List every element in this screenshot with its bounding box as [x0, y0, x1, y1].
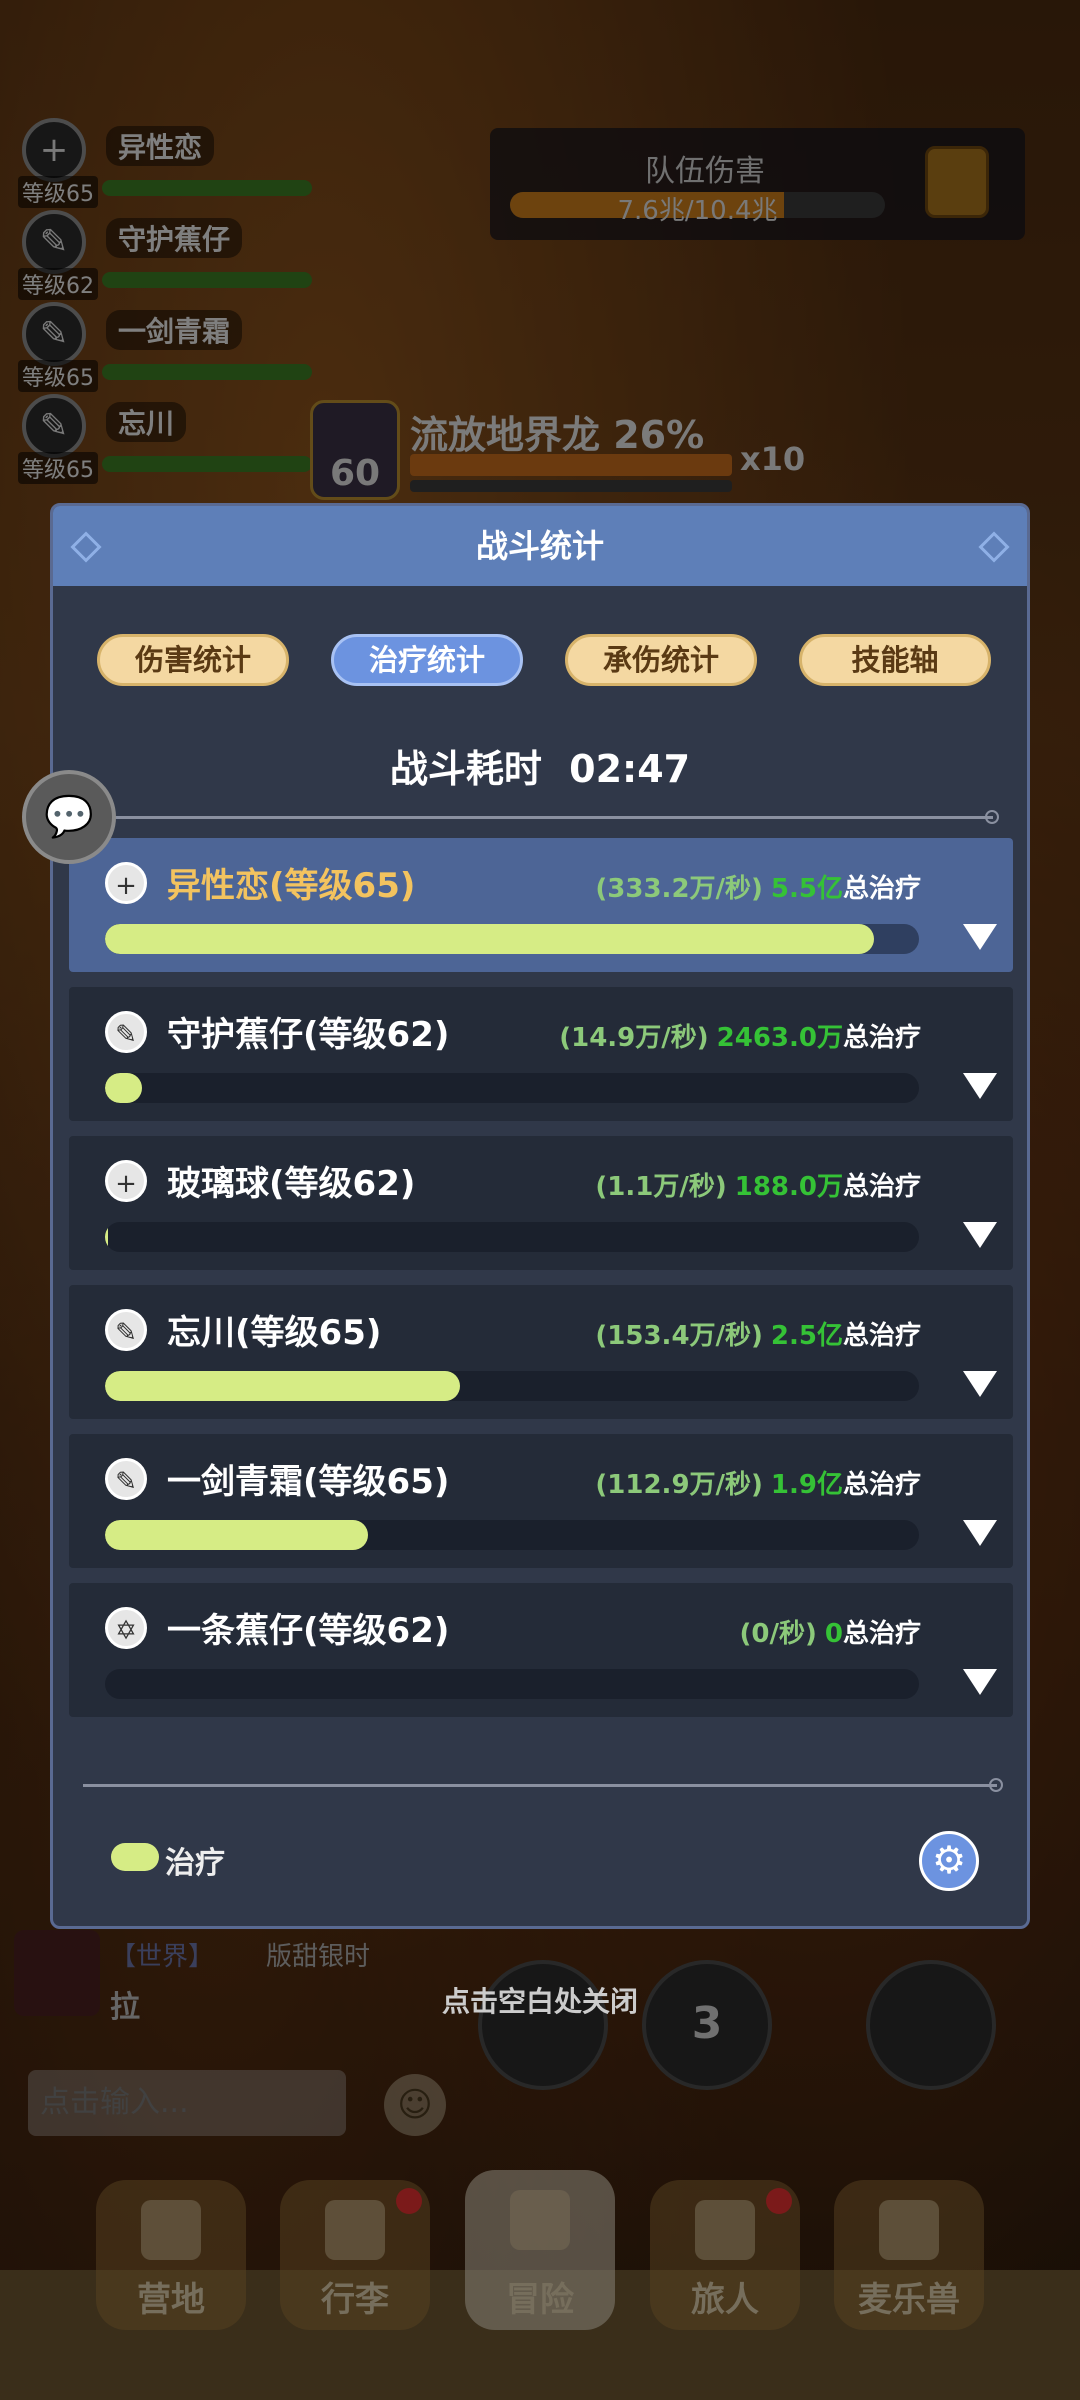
healing-suffix: 总治疗: [842, 874, 921, 904]
healing-suffix: 总治疗: [842, 1470, 921, 1500]
healing-total: 188.0万: [734, 1172, 843, 1202]
healing-rate: (0/秒): [739, 1619, 817, 1649]
player-name: 一条蕉仔(等级62): [167, 1611, 450, 1651]
class-emblem-icon: +: [105, 1160, 147, 1202]
divider: [83, 1778, 1003, 1792]
class-emblem-icon: ✎: [105, 1309, 147, 1351]
healing-bar-fill: [105, 1073, 142, 1103]
dialog-title: 战斗统计: [475, 527, 604, 565]
battle-duration: 战斗耗时 02:47: [53, 738, 1027, 793]
healing-row[interactable]: ✎ 守护蕉仔(等级62) (14.9万/秒) 2463.0万总治疗: [69, 987, 1013, 1121]
expand-arrow-icon[interactable]: [963, 1222, 997, 1248]
duration-label: 战斗耗时: [389, 747, 542, 791]
player-name: 忘川(等级65): [167, 1313, 382, 1353]
healing-rate: (153.4万/秒): [595, 1321, 763, 1351]
expand-arrow-icon[interactable]: [963, 1073, 997, 1099]
healing-suffix: 总治疗: [842, 1172, 921, 1202]
tab-skill-timeline[interactable]: 技能轴: [799, 634, 991, 686]
healing-stat: (333.2万/秒) 5.5亿总治疗: [595, 868, 921, 905]
healing-suffix: 总治疗: [842, 1023, 921, 1053]
healing-stat: (1.1万/秒) 188.0万总治疗: [595, 1166, 921, 1203]
tab-damage[interactable]: 伤害统计: [97, 634, 289, 686]
healing-rate: (333.2万/秒): [595, 874, 763, 904]
battle-stats-dialog: 战斗统计 伤害统计 治疗统计 承伤统计 技能轴 战斗耗时 02:47 + 异性恋(…: [50, 503, 1030, 1929]
expand-arrow-icon[interactable]: [963, 924, 997, 950]
class-emblem-icon: +: [105, 862, 147, 904]
diamond-ornament-icon: [978, 531, 1010, 563]
player-name: 异性恋(等级65): [167, 866, 416, 906]
healing-rate: (14.9万/秒): [559, 1023, 709, 1053]
healing-row[interactable]: + 玻璃球(等级62) (1.1万/秒) 188.0万总治疗: [69, 1136, 1013, 1270]
healing-rate: (112.9万/秒): [595, 1470, 763, 1500]
divider: [113, 810, 999, 824]
player-name: 一剑青霜(等级65): [167, 1462, 450, 1502]
healing-stat: (153.4万/秒) 2.5亿总治疗: [595, 1315, 921, 1352]
healing-row[interactable]: ✡ 一条蕉仔(等级62) (0/秒) 0总治疗: [69, 1583, 1013, 1717]
healing-total: 1.9亿: [770, 1470, 843, 1500]
gear-icon[interactable]: ⚙: [919, 1831, 979, 1891]
tab-damage-taken[interactable]: 承伤统计: [565, 634, 757, 686]
chat-bubble-icon[interactable]: 💬: [22, 770, 116, 864]
healing-row[interactable]: + 异性恋(等级65) (333.2万/秒) 5.5亿总治疗: [69, 838, 1013, 972]
healing-stat: (112.9万/秒) 1.9亿总治疗: [595, 1464, 921, 1501]
duration-value: 02:47: [569, 747, 691, 791]
healing-stat: (0/秒) 0总治疗: [740, 1613, 921, 1650]
healing-bar-fill: [105, 924, 875, 954]
healing-bar-fill: [105, 1222, 109, 1252]
healing-bar-fill: [105, 1371, 460, 1401]
healing-total: 5.5亿: [770, 874, 843, 904]
healing-row[interactable]: ✎ 忘川(等级65) (153.4万/秒) 2.5亿总治疗: [69, 1285, 1013, 1419]
healing-row[interactable]: ✎ 一剑青霜(等级65) (112.9万/秒) 1.9亿总治疗: [69, 1434, 1013, 1568]
healing-suffix: 总治疗: [842, 1321, 921, 1351]
player-name: 玻璃球(等级62): [167, 1164, 416, 1204]
dialog-header: 战斗统计: [53, 506, 1027, 586]
healing-total: 0: [824, 1619, 843, 1649]
class-emblem-icon: ✎: [105, 1458, 147, 1500]
stats-tabs: 伤害统计 治疗统计 承伤统计 技能轴: [97, 634, 991, 686]
expand-arrow-icon[interactable]: [963, 1669, 997, 1695]
legend-label: 治疗: [165, 1846, 225, 1881]
healing-bar: [105, 1371, 919, 1401]
healing-total: 2463.0万: [716, 1023, 843, 1053]
healing-rate: (1.1万/秒): [595, 1172, 727, 1202]
healing-bar: [105, 924, 919, 954]
tab-healing[interactable]: 治疗统计: [331, 634, 523, 686]
close-hint: 点击空白处关闭: [441, 1985, 638, 2018]
diamond-ornament-icon: [70, 531, 102, 563]
healing-bar: [105, 1520, 919, 1550]
healing-bar: [105, 1669, 919, 1699]
legend-swatch: [111, 1843, 159, 1871]
class-emblem-icon: ✡: [105, 1607, 147, 1649]
healing-total: 2.5亿: [770, 1321, 843, 1351]
class-emblem-icon: ✎: [105, 1011, 147, 1053]
expand-arrow-icon[interactable]: [963, 1520, 997, 1546]
healing-bar: [105, 1073, 919, 1103]
healing-suffix: 总治疗: [842, 1619, 921, 1649]
expand-arrow-icon[interactable]: [963, 1371, 997, 1397]
player-name: 守护蕉仔(等级62): [167, 1015, 450, 1055]
healing-bar: [105, 1222, 919, 1252]
healing-bar-fill: [105, 1520, 368, 1550]
healing-stat: (14.9万/秒) 2463.0万总治疗: [559, 1017, 921, 1054]
